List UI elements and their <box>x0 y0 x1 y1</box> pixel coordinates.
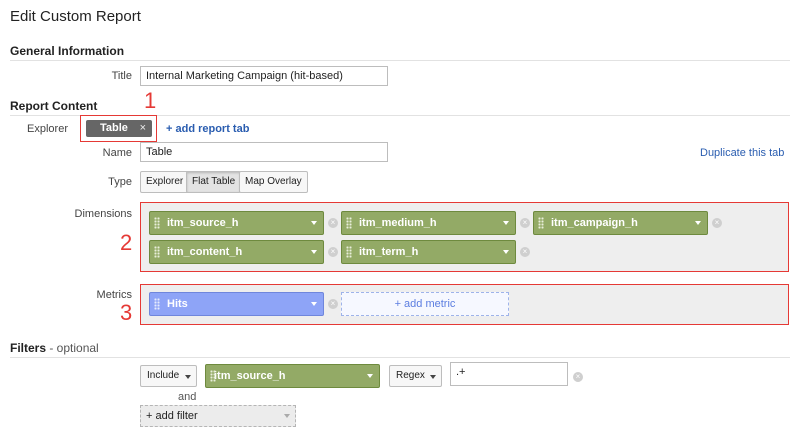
name-label: Name <box>102 147 132 159</box>
drag-handle-icon[interactable] <box>346 246 352 258</box>
filter-dimension-pill[interactable]: itm_source_h <box>205 364 380 388</box>
dimension-label: itm_term_h <box>359 246 419 258</box>
annotation-3: 3 <box>120 300 133 325</box>
add-report-tab-link[interactable]: + add report tab <box>166 123 249 135</box>
include-dropdown[interactable]: Include <box>140 365 197 387</box>
report-content-heading: Report Content <box>10 99 98 113</box>
page-title: Edit Custom Report <box>10 8 141 25</box>
add-metric-button[interactable]: + add metric <box>341 292 509 316</box>
remove-icon[interactable]: × <box>328 247 338 257</box>
chevron-down-icon <box>185 375 191 379</box>
chevron-down-icon[interactable] <box>367 374 373 378</box>
chevron-down-icon[interactable] <box>311 302 317 306</box>
add-filter-label: + add filter <box>146 410 198 422</box>
name-input[interactable]: Table <box>140 142 388 162</box>
filter-dimension-label: itm_source_h <box>214 370 286 382</box>
filter-value-input[interactable]: .+ <box>450 362 568 386</box>
chevron-down-icon[interactable] <box>311 221 317 225</box>
metrics-label: Metrics <box>96 289 132 301</box>
dimension-label: itm_medium_h <box>359 217 437 229</box>
type-label: Type <box>108 176 132 188</box>
include-value: Include <box>147 370 180 381</box>
dimension-pill[interactable]: itm_content_h <box>149 240 324 264</box>
drag-handle-icon[interactable] <box>154 298 160 310</box>
drag-handle-icon[interactable] <box>538 217 544 229</box>
filters-heading-text: Filters <box>10 341 47 355</box>
chevron-down-icon[interactable] <box>311 250 317 254</box>
remove-icon[interactable]: × <box>328 299 338 309</box>
remove-icon[interactable]: × <box>328 218 338 228</box>
type-flat-table-button[interactable]: Flat Table <box>186 171 242 193</box>
duplicate-tab-link[interactable]: Duplicate this tab <box>700 147 784 159</box>
remove-icon[interactable]: × <box>712 218 722 228</box>
chevron-down-icon <box>284 414 290 418</box>
chevron-down-icon[interactable] <box>695 221 701 225</box>
match-type-value: Regex <box>396 370 425 381</box>
dimension-pill[interactable]: itm_campaign_h <box>533 211 708 235</box>
match-type-dropdown[interactable]: Regex <box>389 365 442 387</box>
remove-icon[interactable]: × <box>573 372 583 382</box>
drag-handle-icon[interactable] <box>154 246 160 258</box>
filters-heading: Filters - optional <box>10 341 99 355</box>
dimension-pill[interactable]: itm_medium_h <box>341 211 516 235</box>
remove-icon[interactable]: × <box>520 247 530 257</box>
metric-label: Hits <box>167 298 188 310</box>
add-filter-button[interactable]: + add filter <box>140 405 296 427</box>
type-map-overlay-button[interactable]: Map Overlay <box>239 171 308 193</box>
dimension-pill[interactable]: itm_term_h <box>341 240 516 264</box>
explorer-label: Explorer <box>27 123 68 135</box>
drag-handle-icon[interactable] <box>154 217 160 229</box>
dimension-label: itm_content_h <box>167 246 243 258</box>
chevron-down-icon <box>430 375 436 379</box>
title-label: Title <box>111 70 132 82</box>
remove-icon[interactable]: × <box>520 218 530 228</box>
dimension-label: itm_campaign_h <box>551 217 638 229</box>
close-icon[interactable]: × <box>140 120 146 137</box>
divider <box>10 60 790 61</box>
divider <box>10 357 790 358</box>
and-label: and <box>178 391 197 403</box>
metric-pill[interactable]: Hits <box>149 292 324 316</box>
type-explorer-button[interactable]: Explorer <box>140 171 190 193</box>
annotation-2: 2 <box>120 230 133 255</box>
report-tab-table[interactable]: Table × <box>86 120 152 137</box>
annotation-1: 1 <box>144 88 157 113</box>
dimensions-label: Dimensions <box>74 208 132 220</box>
filters-optional-text: - optional <box>46 341 99 355</box>
drag-handle-icon[interactable] <box>210 370 216 382</box>
dimension-pill[interactable]: itm_source_h <box>149 211 324 235</box>
chevron-down-icon[interactable] <box>503 250 509 254</box>
report-tab-label: Table <box>100 122 128 134</box>
dimension-label: itm_source_h <box>167 217 239 229</box>
title-input[interactable]: Internal Marketing Campaign (hit-based) <box>140 66 388 86</box>
drag-handle-icon[interactable] <box>346 217 352 229</box>
chevron-down-icon[interactable] <box>503 221 509 225</box>
general-information-heading: General Information <box>10 44 125 58</box>
